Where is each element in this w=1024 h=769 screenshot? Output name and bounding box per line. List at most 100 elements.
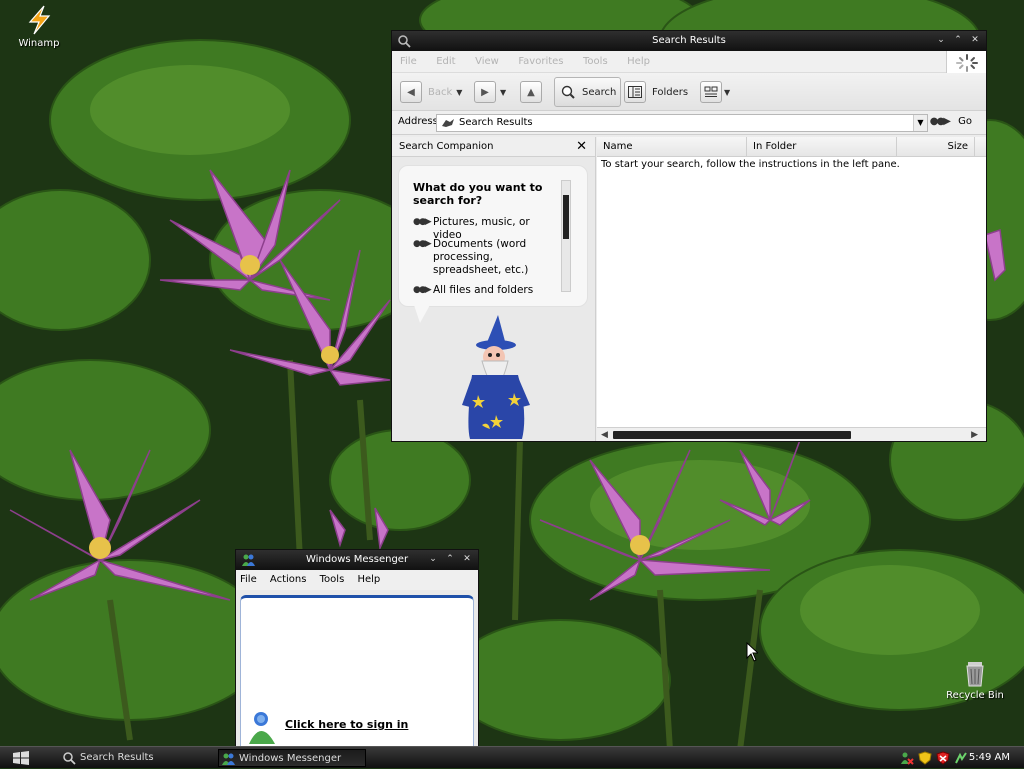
- search-button[interactable]: Search: [554, 77, 622, 107]
- results-horizontal-scrollbar[interactable]: ◀ ▶: [597, 427, 986, 441]
- scroll-right-icon[interactable]: ▶: [971, 428, 978, 442]
- search-magnifier-icon: [63, 752, 76, 765]
- security-shield-icon[interactable]: [918, 751, 932, 765]
- forward-button[interactable]: ▶ ▼: [474, 79, 506, 105]
- views-dropdown-icon[interactable]: ▼: [724, 88, 730, 97]
- system-tray: 5:49 AM: [894, 747, 1024, 769]
- column-headers: Name In Folder Size: [597, 137, 986, 157]
- close-button[interactable]: ✕: [968, 34, 982, 47]
- wizard-character-icon[interactable]: [456, 315, 540, 441]
- column-header-in-folder[interactable]: In Folder: [747, 137, 897, 157]
- back-dropdown-icon[interactable]: ▼: [456, 88, 462, 97]
- menu-bar: File Edit View Favorites Tools Help: [392, 51, 986, 75]
- back-label: Back: [428, 86, 453, 98]
- menu-edit[interactable]: Edit: [428, 51, 463, 73]
- activity-throbber: [946, 51, 986, 75]
- task-label: Windows Messenger: [239, 753, 342, 764]
- search-question: What do you want to search for?: [413, 181, 543, 207]
- scrollbar-thumb[interactable]: [563, 195, 569, 239]
- go-button[interactable]: ●●▶ Go: [930, 116, 972, 127]
- results-list[interactable]: Name In Folder Size To start your search…: [597, 137, 986, 441]
- search-results-window[interactable]: Search Results ⌄ ⌃ ✕ File Edit View Favo…: [391, 30, 987, 442]
- folders-button[interactable]: Folders: [624, 79, 688, 105]
- messenger-user-icon: [249, 712, 275, 744]
- search-window-titlebar[interactable]: Search Results ⌄ ⌃ ✕: [392, 31, 986, 51]
- menu-view[interactable]: View: [467, 51, 507, 73]
- option-documents[interactable]: ●●▶ Documents (word processing, spreadsh…: [413, 238, 558, 277]
- search-icon: [557, 81, 579, 103]
- close-pane-icon[interactable]: ✕: [576, 137, 587, 157]
- desktop-icon-label: Winamp: [18, 38, 60, 49]
- desktop-icon-winamp[interactable]: Winamp: [4, 4, 74, 49]
- arrow-bullet-icon: ●●▶: [413, 285, 432, 295]
- winamp-icon: [28, 5, 51, 35]
- arrow-bullet-icon: ●●▶: [413, 239, 432, 249]
- menu-tools[interactable]: Tools: [320, 574, 345, 585]
- messenger-body: Click here to sign in: [240, 595, 474, 747]
- messenger-buddy-icon: [242, 554, 255, 566]
- search-companion-title: Search Companion: [399, 141, 494, 152]
- search-magnifier-icon: [398, 35, 411, 48]
- address-input[interactable]: Search Results ▼: [436, 114, 928, 132]
- option-label: All files and folders: [433, 284, 534, 296]
- column-header-name[interactable]: Name: [597, 137, 747, 157]
- search-companion-pane: Search Companion ✕ What do you want to s…: [392, 137, 596, 441]
- menu-help[interactable]: Help: [619, 51, 658, 73]
- forward-arrow-icon: ▶: [474, 81, 496, 103]
- menu-file[interactable]: File: [240, 574, 257, 585]
- address-dropdown-icon[interactable]: ▼: [913, 115, 927, 131]
- messenger-tray-icon[interactable]: [900, 751, 914, 765]
- column-header-size[interactable]: Size: [897, 137, 975, 157]
- search-label: Search: [582, 86, 617, 98]
- minimize-button[interactable]: ⌄: [934, 34, 948, 47]
- back-button[interactable]: ◀ Back ▼: [400, 79, 462, 105]
- go-label: Go: [958, 116, 972, 127]
- desktop-icon-recycle-bin[interactable]: Recycle Bin: [940, 656, 1010, 701]
- companion-scrollbar[interactable]: [561, 180, 571, 292]
- maximize-button[interactable]: ⌃: [951, 34, 965, 47]
- sign-in-link[interactable]: Click here to sign in: [285, 718, 408, 731]
- address-label: Address: [398, 116, 438, 127]
- maximize-button[interactable]: ⌃: [443, 553, 457, 566]
- menu-favorites[interactable]: Favorites: [510, 51, 571, 73]
- menu-tools[interactable]: Tools: [575, 51, 616, 73]
- windows-messenger-window[interactable]: Windows Messenger ⌄ ⌃ ✕ File Actions Too…: [235, 549, 479, 748]
- close-button[interactable]: ✕: [460, 553, 474, 566]
- desktop-icon-label: Recycle Bin: [946, 690, 1004, 701]
- minimize-button[interactable]: ⌄: [426, 553, 440, 566]
- views-icon: [700, 81, 722, 103]
- empty-results-message: To start your search, follow the instruc…: [601, 159, 900, 170]
- scrollbar-thumb[interactable]: [613, 431, 851, 439]
- messenger-titlebar[interactable]: Windows Messenger ⌄ ⌃ ✕: [236, 550, 478, 570]
- spinner-icon: [956, 54, 978, 72]
- clock[interactable]: 5:49 AM: [969, 747, 1010, 769]
- taskbar-button-search-results[interactable]: Search Results: [60, 749, 206, 767]
- scroll-left-icon[interactable]: ◀: [601, 428, 608, 442]
- antivirus-shield-icon[interactable]: [936, 751, 950, 765]
- up-button[interactable]: ▲: [520, 79, 542, 105]
- speech-bubble: What do you want to search for? ●●▶ Pict…: [398, 165, 588, 307]
- menu-help[interactable]: Help: [357, 574, 380, 585]
- task-label: Search Results: [80, 752, 154, 763]
- menu-file[interactable]: File: [392, 51, 425, 73]
- back-arrow-icon: ◀: [400, 81, 422, 103]
- explorer-content: Search Companion ✕ What do you want to s…: [392, 137, 986, 441]
- search-companion-dog-icon: [442, 119, 454, 127]
- address-bar: Address Search Results ▼ ●●▶ Go: [392, 111, 986, 135]
- address-value: Search Results: [459, 117, 533, 128]
- search-companion-header: Search Companion ✕: [392, 137, 595, 157]
- standard-toolbar: ◀ Back ▼ ▶ ▼ ▲ Search Folders ▼: [392, 73, 986, 111]
- go-arrow-icon: ●●▶: [929, 116, 951, 127]
- folders-label: Folders: [652, 86, 689, 98]
- start-button-windows-icon[interactable]: [12, 750, 30, 766]
- window-title: Search Results: [652, 35, 726, 46]
- option-all-files-folders[interactable]: ●●▶ All files and folders: [413, 284, 558, 297]
- views-button[interactable]: ▼: [700, 79, 730, 105]
- menu-actions[interactable]: Actions: [270, 574, 307, 585]
- forward-dropdown-icon[interactable]: ▼: [500, 88, 506, 97]
- taskbar-button-windows-messenger[interactable]: Windows Messenger: [218, 749, 366, 767]
- network-icon[interactable]: [954, 751, 968, 765]
- messenger-menu-bar: File Actions Tools Help: [236, 570, 478, 590]
- option-label: Documents (word processing, spreadsheet,…: [433, 238, 529, 276]
- window-title: Windows Messenger: [305, 554, 409, 565]
